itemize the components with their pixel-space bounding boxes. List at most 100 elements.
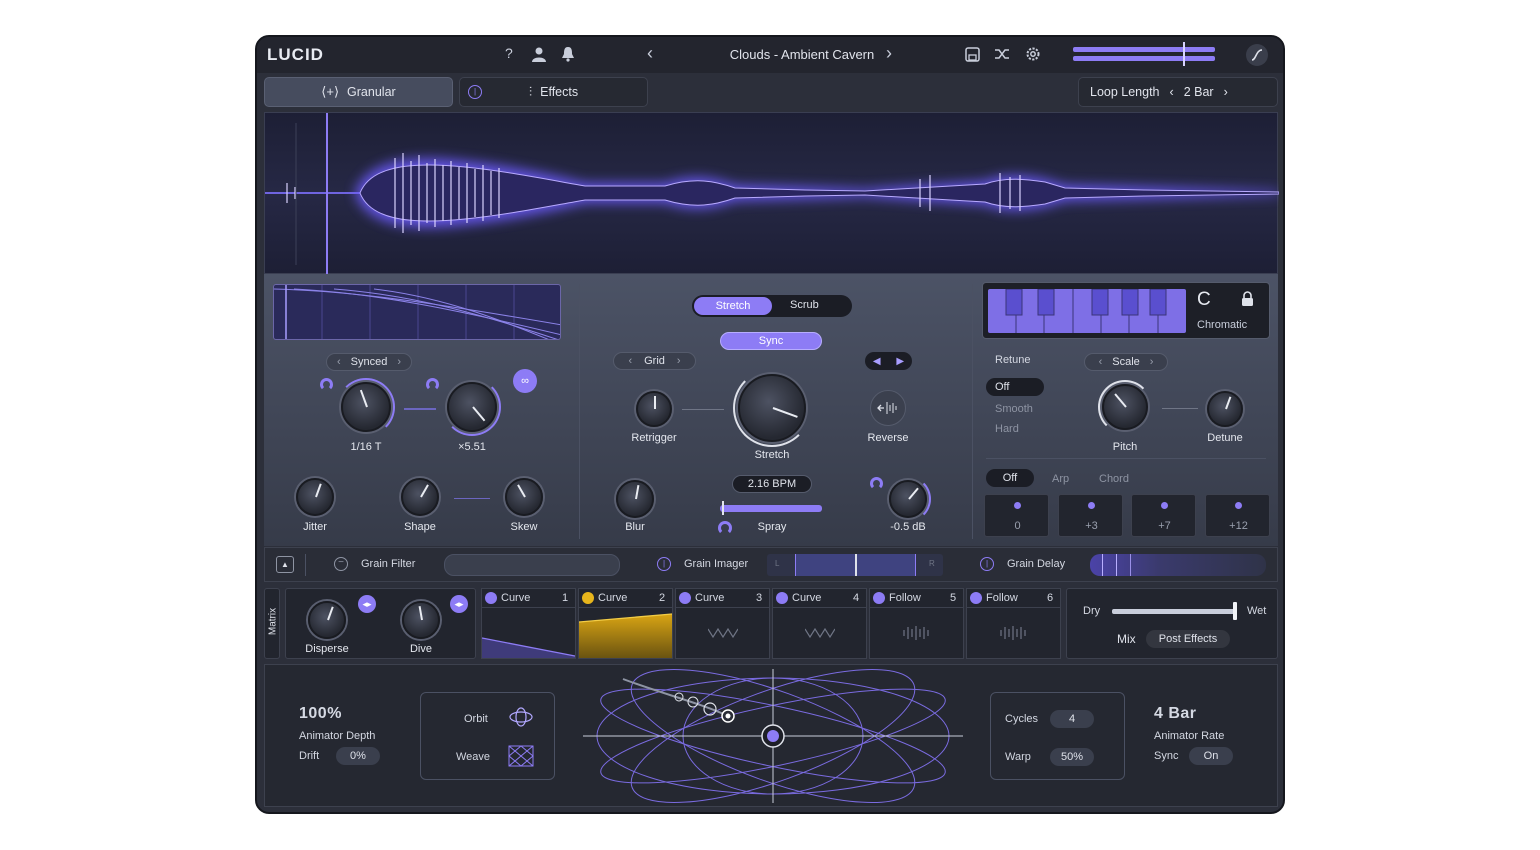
grain-imager-power-icon[interactable]: | bbox=[657, 557, 671, 571]
grain-filter-toggle-icon[interactable]: − bbox=[334, 557, 348, 571]
retune-smooth-option[interactable]: Smooth bbox=[995, 403, 1033, 415]
spray-slider-handle[interactable] bbox=[722, 501, 724, 515]
macro-assign-icon[interactable]: ◂▸ bbox=[358, 595, 376, 613]
mod-slot-2[interactable]: Curve 2 bbox=[578, 588, 673, 659]
direction-left-icon[interactable]: ◀ bbox=[873, 356, 881, 367]
curve-menu-icon[interactable] bbox=[1246, 44, 1268, 66]
chord-chord-option[interactable]: Chord bbox=[1099, 473, 1129, 485]
dive-knob[interactable] bbox=[402, 601, 440, 639]
grid-prev-icon[interactable]: ‹ bbox=[628, 355, 632, 367]
animator-sync-value[interactable]: On bbox=[1189, 747, 1233, 765]
orbit-icon[interactable] bbox=[508, 706, 534, 728]
mod-source-icon[interactable] bbox=[718, 521, 732, 535]
grid-selector[interactable]: ‹ Grid › bbox=[613, 352, 696, 370]
loop-prev-icon[interactable]: ‹ bbox=[1170, 85, 1174, 99]
preset-name[interactable]: Clouds - Ambient Cavern bbox=[667, 47, 937, 62]
slot-source-icon[interactable] bbox=[582, 592, 594, 604]
animator-rate-value[interactable]: 4 Bar bbox=[1154, 705, 1197, 723]
mix-slider[interactable] bbox=[1112, 609, 1237, 614]
animator-depth-value[interactable]: 100% bbox=[299, 705, 342, 723]
mod-slot-6[interactable]: Follow 6 bbox=[966, 588, 1061, 659]
drift-value[interactable]: 0% bbox=[336, 747, 380, 765]
link-icon[interactable]: ∞ bbox=[513, 369, 537, 393]
shuffle-icon[interactable] bbox=[994, 47, 1010, 66]
post-effects-button[interactable]: Post Effects bbox=[1146, 630, 1230, 648]
tab-effects[interactable]: | ⫶ Effects bbox=[459, 77, 648, 107]
sync-mode-next-icon[interactable]: › bbox=[397, 356, 401, 368]
chord-arp-option[interactable]: Arp bbox=[1052, 473, 1069, 485]
slot-source-icon[interactable] bbox=[776, 592, 788, 604]
interval-slot[interactable]: +12 bbox=[1205, 494, 1270, 537]
grain-imager-display[interactable]: L R bbox=[767, 554, 943, 576]
collapse-icon[interactable]: ▲ bbox=[276, 556, 294, 573]
detune-knob[interactable] bbox=[1207, 391, 1243, 427]
grain-delay-power-icon[interactable]: | bbox=[980, 557, 994, 571]
chord-off-option[interactable]: Off bbox=[986, 469, 1034, 487]
interval-slot[interactable]: +3 bbox=[1058, 494, 1123, 537]
retrigger-knob[interactable] bbox=[636, 391, 672, 427]
help-icon[interactable]: ? bbox=[505, 45, 513, 61]
animator-path-display[interactable] bbox=[583, 669, 963, 803]
imager-center-handle[interactable] bbox=[855, 554, 857, 576]
waveform-display[interactable] bbox=[264, 112, 1279, 275]
mod-slot-5[interactable]: Follow 5 bbox=[869, 588, 964, 659]
bell-icon[interactable] bbox=[561, 46, 575, 67]
scale-selector[interactable]: ‹ Scale › bbox=[1084, 353, 1168, 371]
reverse-button[interactable] bbox=[870, 390, 906, 426]
retune-off-option[interactable]: Off bbox=[986, 378, 1044, 396]
mod-source-icon[interactable] bbox=[426, 378, 439, 391]
tab-granular[interactable]: ⟨+⟩ Granular bbox=[264, 77, 453, 107]
mod-source-icon[interactable] bbox=[870, 477, 883, 490]
lock-icon[interactable] bbox=[1241, 291, 1254, 312]
sync-mode-prev-icon[interactable]: ‹ bbox=[337, 356, 341, 368]
mod-slot-4[interactable]: Curve 4 bbox=[772, 588, 867, 659]
skew-knob[interactable] bbox=[505, 478, 543, 516]
mode-stretch-button[interactable]: Stretch bbox=[694, 297, 772, 315]
user-icon[interactable] bbox=[532, 46, 546, 67]
grain-filter-display[interactable] bbox=[444, 554, 620, 576]
grid-next-icon[interactable]: › bbox=[677, 355, 681, 367]
slot-source-icon[interactable] bbox=[970, 592, 982, 604]
mix-slider-handle[interactable] bbox=[1233, 602, 1237, 620]
grain-shape-display[interactable] bbox=[273, 284, 561, 340]
prev-preset-icon[interactable]: ‹ bbox=[647, 43, 653, 64]
matrix-tab[interactable]: Matrix bbox=[264, 588, 280, 659]
scale-prev-icon[interactable]: ‹ bbox=[1099, 356, 1103, 368]
disperse-knob[interactable] bbox=[308, 601, 346, 639]
macro-assign-icon[interactable]: ◂▸ bbox=[450, 595, 468, 613]
blur-knob[interactable] bbox=[616, 480, 654, 518]
save-icon[interactable] bbox=[965, 47, 980, 67]
slot-source-icon[interactable] bbox=[679, 592, 691, 604]
loop-next-icon[interactable]: › bbox=[1224, 85, 1228, 99]
scale-next-icon[interactable]: › bbox=[1150, 356, 1154, 368]
effects-power-icon[interactable]: | bbox=[468, 85, 482, 99]
root-key[interactable]: C bbox=[1197, 289, 1211, 311]
mod-source-icon[interactable] bbox=[320, 378, 333, 391]
next-preset-icon[interactable]: › bbox=[886, 43, 892, 64]
mod-slot-3[interactable]: Curve 3 bbox=[675, 588, 770, 659]
settings-gear-icon[interactable] bbox=[1025, 46, 1041, 67]
slot-source-icon[interactable] bbox=[873, 592, 885, 604]
spray-slider[interactable] bbox=[720, 505, 822, 512]
output-level-handle[interactable] bbox=[1183, 42, 1185, 66]
warp-value[interactable]: 50% bbox=[1050, 748, 1094, 766]
bpm-display[interactable]: 2.16 BPM bbox=[732, 475, 812, 493]
mode-scrub-button[interactable]: Scrub bbox=[790, 299, 819, 311]
grain-delay-display[interactable] bbox=[1090, 554, 1266, 576]
cycles-value[interactable]: 4 bbox=[1050, 710, 1094, 728]
interval-slot[interactable]: 0 bbox=[984, 494, 1049, 537]
sync-mode-selector[interactable]: ‹ Synced › bbox=[326, 353, 412, 371]
retune-hard-option[interactable]: Hard bbox=[995, 423, 1019, 435]
direction-right-icon[interactable]: ▶ bbox=[896, 356, 904, 367]
shape-knob[interactable] bbox=[401, 478, 439, 516]
mod-slot-1[interactable]: Curve 1 bbox=[481, 588, 576, 659]
sync-button[interactable]: Sync bbox=[720, 332, 822, 350]
direction-toggle[interactable]: ◀ ▶ bbox=[865, 352, 912, 370]
piano-keyboard[interactable] bbox=[988, 289, 1186, 333]
interval-slot[interactable]: +7 bbox=[1131, 494, 1196, 537]
weave-icon[interactable] bbox=[508, 745, 534, 767]
loop-length-control[interactable]: Loop Length ‹ 2 Bar › bbox=[1078, 77, 1278, 107]
stretch-scrub-toggle[interactable]: Stretch Scrub bbox=[692, 295, 852, 317]
jitter-knob[interactable] bbox=[296, 478, 334, 516]
slot-source-icon[interactable] bbox=[485, 592, 497, 604]
